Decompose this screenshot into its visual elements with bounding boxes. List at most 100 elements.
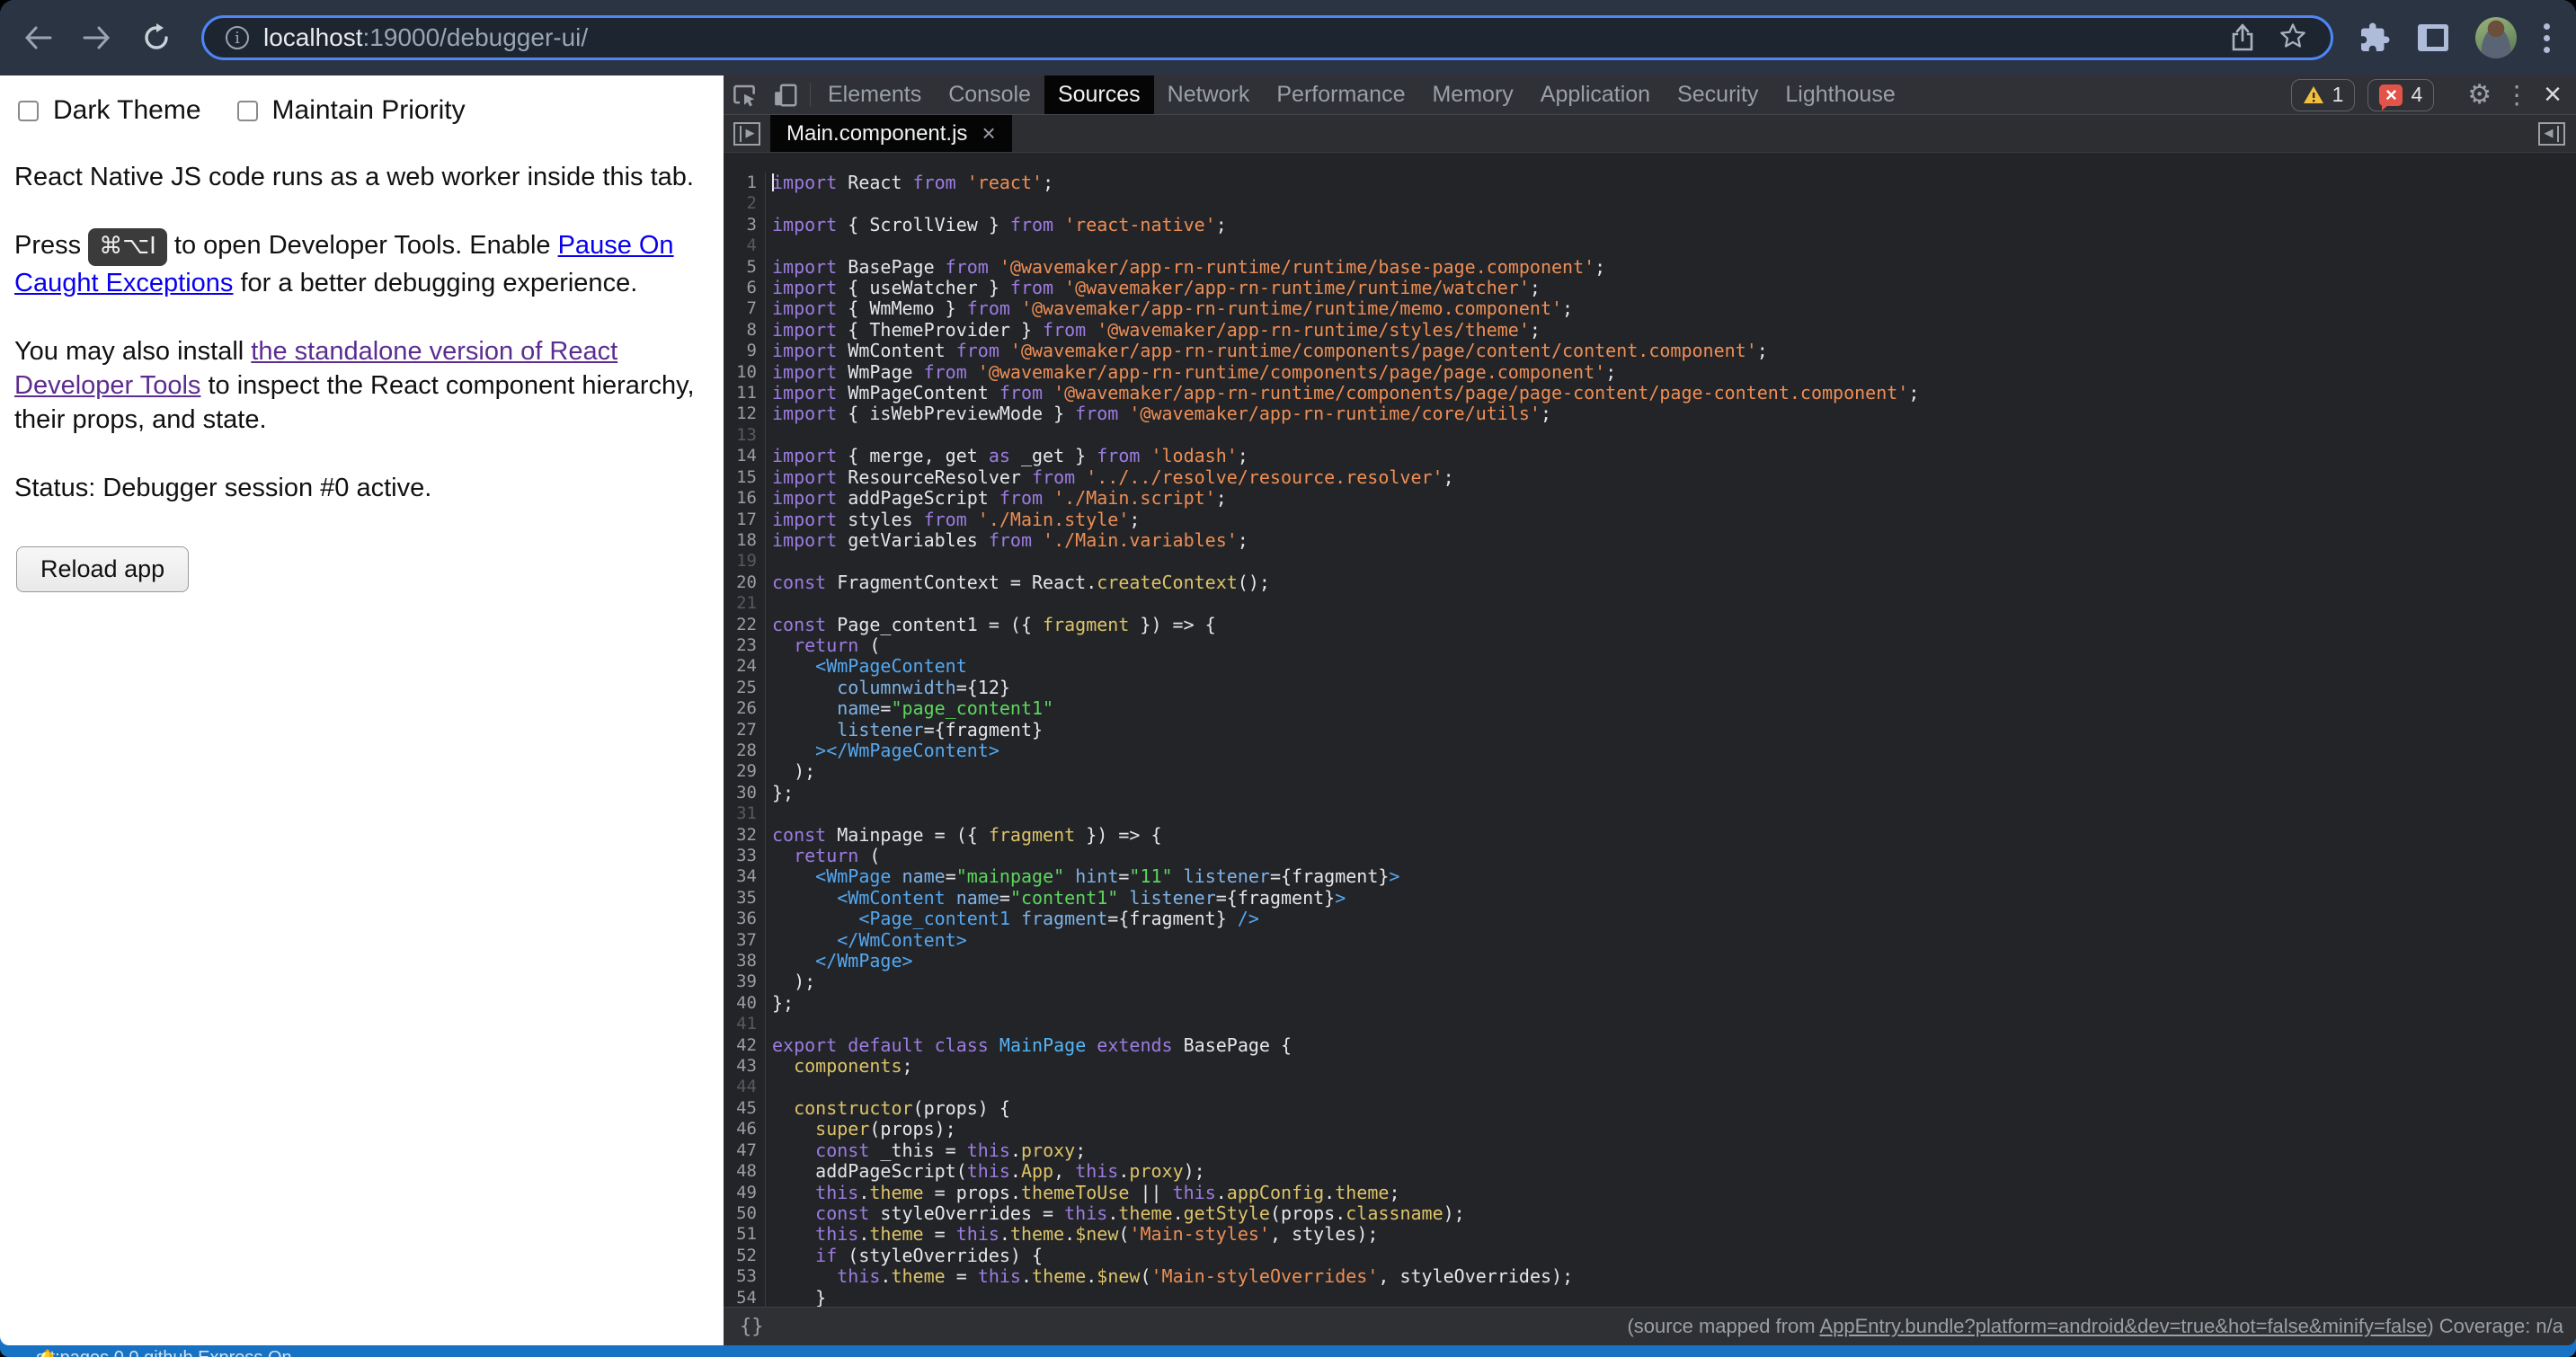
line-number[interactable]: 49 xyxy=(724,1183,766,1203)
debugger-sidebar-toggle-icon[interactable]: ◀ xyxy=(2527,115,2576,152)
line-number[interactable]: 38 xyxy=(724,951,766,971)
line-number[interactable]: 24 xyxy=(724,656,766,677)
line-number[interactable]: 6 xyxy=(724,278,766,298)
url-bar[interactable]: i localhost:19000/debugger-ui/ xyxy=(201,15,2333,60)
line-number[interactable]: 1 xyxy=(724,173,766,193)
line-number[interactable]: 45 xyxy=(724,1098,766,1119)
errors-badge[interactable]: 4 xyxy=(2367,79,2434,111)
code-editor[interactable]: 1import React from 'react';23import { Sc… xyxy=(724,153,2576,1307)
reload-button[interactable] xyxy=(135,16,178,59)
devtools-close-icon[interactable]: × xyxy=(2544,77,2562,112)
code-line: 1import React from 'react'; xyxy=(724,173,2576,193)
toolbar-separator xyxy=(810,83,811,107)
devtools-tab-bar: ElementsConsoleSourcesNetworkPerformance… xyxy=(724,75,2576,115)
bookmark-star-icon[interactable] xyxy=(2278,22,2307,55)
line-number[interactable]: 40 xyxy=(724,993,766,1014)
line-number[interactable]: 10 xyxy=(724,362,766,383)
devtools-tab-console[interactable]: Console xyxy=(935,75,1044,114)
profile-avatar[interactable] xyxy=(2475,17,2517,58)
line-number[interactable]: 2 xyxy=(724,193,766,214)
file-tab-main-component[interactable]: Main.component.js × xyxy=(770,115,1012,152)
line-number[interactable]: 16 xyxy=(724,488,766,509)
line-number[interactable]: 4 xyxy=(724,235,766,256)
line-number[interactable]: 29 xyxy=(724,761,766,782)
code-text: import WmContent from '@wavemaker/app-rn… xyxy=(766,341,1768,361)
devtools-tab-network[interactable]: Network xyxy=(1154,75,1264,114)
link[interactable]: the standalone version of React Develope… xyxy=(14,337,617,400)
line-number[interactable]: 9 xyxy=(724,341,766,361)
line-number[interactable]: 39 xyxy=(724,971,766,992)
line-number[interactable]: 42 xyxy=(724,1035,766,1056)
devtools-tab-memory[interactable]: Memory xyxy=(1418,75,1526,114)
line-number[interactable]: 13 xyxy=(724,425,766,446)
inspect-element-icon[interactable] xyxy=(724,75,765,114)
line-number[interactable]: 53 xyxy=(724,1266,766,1287)
site-info-icon[interactable]: i xyxy=(226,26,249,49)
reload-app-button[interactable]: Reload app xyxy=(16,546,189,592)
line-number[interactable]: 18 xyxy=(724,530,766,551)
warnings-badge[interactable]: 1 xyxy=(2291,79,2356,111)
url-text[interactable]: localhost:19000/debugger-ui/ xyxy=(263,23,2230,52)
line-number[interactable]: 20 xyxy=(724,572,766,593)
devtools-tab-elements[interactable]: Elements xyxy=(814,75,935,114)
line-number[interactable]: 28 xyxy=(724,741,766,761)
devtools-menu-icon[interactable]: ⋮ xyxy=(2504,80,2529,110)
line-number[interactable]: 11 xyxy=(724,383,766,404)
background-statusbar: git:pages 0 0 github Express On 🔔 xyxy=(0,1345,2576,1357)
line-number[interactable]: 43 xyxy=(724,1056,766,1077)
line-number[interactable]: 5 xyxy=(724,257,766,278)
line-number[interactable]: 31 xyxy=(724,803,766,824)
line-number[interactable]: 32 xyxy=(724,825,766,846)
line-number[interactable]: 35 xyxy=(724,888,766,909)
devtools-tab-lighthouse[interactable]: Lighthouse xyxy=(1772,75,1908,114)
dark-theme-checkbox[interactable] xyxy=(18,101,39,121)
device-toolbar-icon[interactable] xyxy=(765,75,806,114)
line-number[interactable]: 33 xyxy=(724,846,766,866)
navigator-toggle-icon[interactable]: ▶ xyxy=(724,115,770,152)
line-number[interactable]: 3 xyxy=(724,215,766,235)
line-number[interactable]: 19 xyxy=(724,551,766,572)
forward-button[interactable] xyxy=(76,16,119,59)
line-number[interactable]: 26 xyxy=(724,698,766,719)
line-number[interactable]: 46 xyxy=(724,1119,766,1140)
settings-gear-icon[interactable]: ⚙ xyxy=(2467,79,2492,111)
line-number[interactable]: 52 xyxy=(724,1246,766,1266)
line-number[interactable]: 36 xyxy=(724,909,766,929)
browser-menu-icon[interactable] xyxy=(2544,23,2550,53)
line-number[interactable]: 22 xyxy=(724,615,766,635)
file-tab-close-icon[interactable]: × xyxy=(982,120,995,147)
devtools-tab-performance[interactable]: Performance xyxy=(1263,75,1418,114)
line-number[interactable]: 17 xyxy=(724,510,766,530)
devtools-tab-application[interactable]: Application xyxy=(1527,75,1664,114)
code-text xyxy=(766,425,772,446)
devtools-tab-security[interactable]: Security xyxy=(1664,75,1772,114)
devtools-tab-sources[interactable]: Sources xyxy=(1044,75,1154,114)
line-number[interactable]: 48 xyxy=(724,1161,766,1182)
line-number[interactable]: 50 xyxy=(724,1203,766,1224)
extensions-icon[interactable] xyxy=(2358,22,2391,54)
line-number[interactable]: 14 xyxy=(724,446,766,466)
error-icon xyxy=(2379,84,2403,106)
line-number[interactable]: 30 xyxy=(724,783,766,803)
line-number[interactable]: 21 xyxy=(724,593,766,614)
line-number[interactable]: 34 xyxy=(724,866,766,887)
share-icon[interactable] xyxy=(2230,23,2255,52)
line-number[interactable]: 12 xyxy=(724,404,766,424)
line-number[interactable]: 23 xyxy=(724,635,766,656)
line-number[interactable]: 7 xyxy=(724,298,766,319)
line-number[interactable]: 44 xyxy=(724,1077,766,1097)
line-number[interactable]: 54 xyxy=(724,1288,766,1307)
line-number[interactable]: 25 xyxy=(724,678,766,698)
pretty-print-icon[interactable]: {} xyxy=(740,1316,764,1338)
line-number[interactable]: 41 xyxy=(724,1014,766,1034)
line-number[interactable]: 15 xyxy=(724,467,766,488)
line-number[interactable]: 8 xyxy=(724,320,766,341)
line-number[interactable]: 47 xyxy=(724,1140,766,1161)
maintain-priority-checkbox[interactable] xyxy=(237,101,258,121)
line-number[interactable]: 27 xyxy=(724,720,766,741)
line-number[interactable]: 51 xyxy=(724,1224,766,1245)
side-panel-icon[interactable] xyxy=(2418,24,2448,51)
line-number[interactable]: 37 xyxy=(724,930,766,951)
source-map-link[interactable]: AppEntry.bundle?platform=android&dev=tru… xyxy=(1819,1315,2427,1337)
back-button[interactable] xyxy=(16,16,59,59)
